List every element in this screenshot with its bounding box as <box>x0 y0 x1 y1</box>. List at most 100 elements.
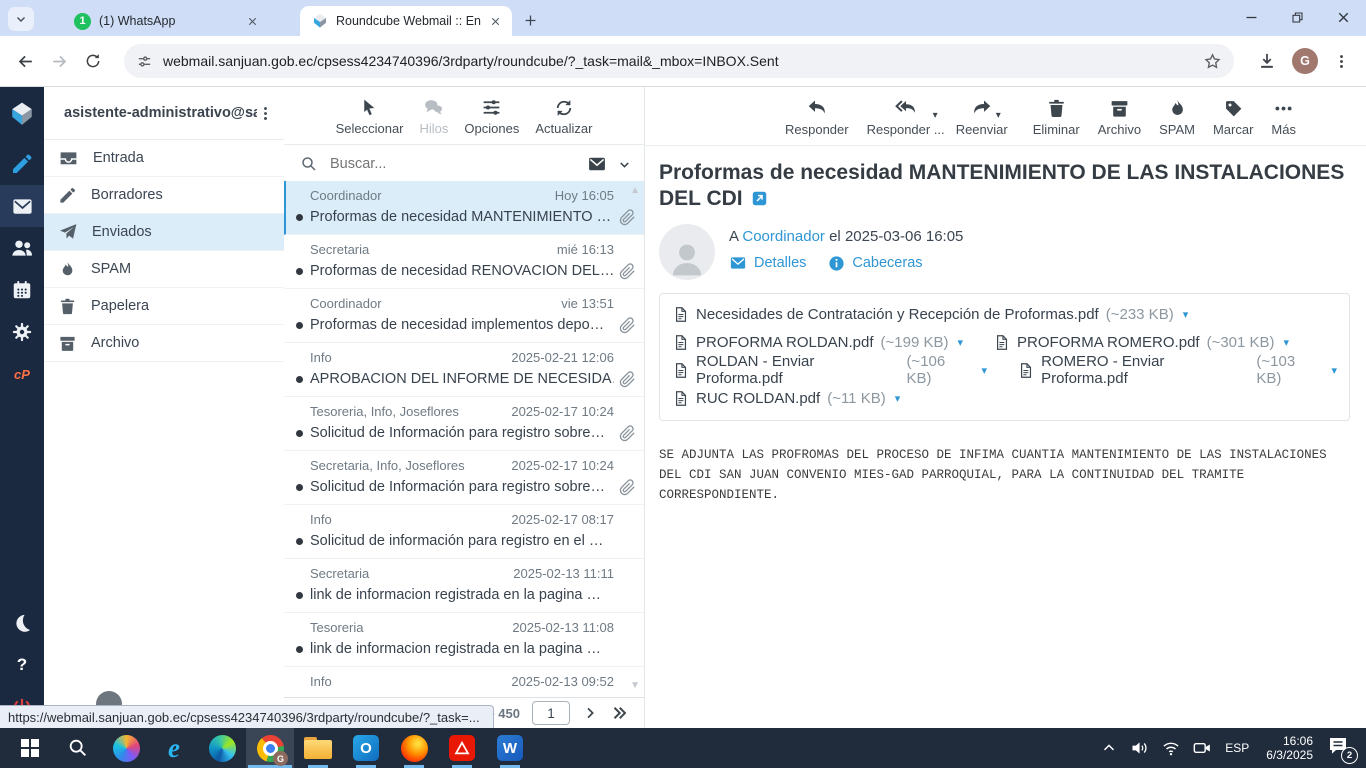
close-tab-icon[interactable] <box>246 15 259 28</box>
dropdown-caret-icon[interactable]: ▾ <box>933 110 938 121</box>
search-input[interactable] <box>328 155 577 173</box>
back-button[interactable] <box>8 44 42 78</box>
message-meta: A Coordinador el 2025-03-06 16:05 Detall… <box>645 212 1366 280</box>
taskbar-search-button[interactable] <box>54 728 102 768</box>
delete-button[interactable]: Eliminar <box>1033 98 1080 137</box>
dark-mode-moon-icon[interactable] <box>0 602 44 644</box>
scrollbar-down-arrow[interactable]: ▼ <box>630 680 640 691</box>
sidebar-item-entrada[interactable]: Entrada <box>44 140 284 177</box>
attachment-item[interactable]: PROFORMA ROLDAN.pdf(~199 KB)▾ <box>672 333 963 352</box>
clock[interactable]: 16:066/3/2025 <box>1266 734 1313 762</box>
taskbar-outlook-button[interactable]: O <box>342 728 390 768</box>
meet-now-icon[interactable] <box>1190 735 1214 761</box>
reply-button[interactable]: Responder <box>785 97 849 137</box>
threads-button[interactable]: Hilos <box>420 97 449 136</box>
attachment-item[interactable]: Necesidades de Contratación y Recepción … <box>672 305 1188 324</box>
site-settings-icon[interactable] <box>136 53 153 70</box>
list-item[interactable]: CoordinadorHoy 16:05 Proformas de necesi… <box>284 181 644 235</box>
outlook-icon: O <box>353 735 379 761</box>
taskbar-chrome-button[interactable]: G <box>246 728 294 768</box>
notifications-button[interactable]: 2 <box>1326 734 1356 762</box>
taskbar-acrobat-button[interactable] <box>438 728 486 768</box>
compose-button[interactable] <box>0 143 44 185</box>
sidebar-item-archivo[interactable]: Archivo <box>44 325 284 362</box>
start-button[interactable] <box>6 728 54 768</box>
calendar-nav-icon[interactable] <box>0 269 44 311</box>
envelope-scope-icon[interactable] <box>587 154 607 174</box>
list-item[interactable]: Secretaria, Info, Joseflores2025-02-17 1… <box>284 451 644 505</box>
speaker-icon[interactable] <box>1128 735 1152 761</box>
last-page-icon[interactable] <box>610 704 628 722</box>
attachment-item[interactable]: PROFORMA ROMERO.pdf(~301 KB)▾ <box>993 333 1289 352</box>
list-item[interactable]: Info2025-02-13 09:52 <box>284 667 644 697</box>
dropdown-caret-icon[interactable]: ▾ <box>996 110 1001 121</box>
bookmark-star-icon[interactable] <box>1203 52 1222 71</box>
attachment-menu-caret-icon[interactable]: ▾ <box>958 336 964 349</box>
details-toggle[interactable]: Detalles <box>729 254 806 272</box>
list-item[interactable]: Tesoreria, Info, Joseflores2025-02-17 10… <box>284 397 644 451</box>
trash-icon <box>58 297 77 316</box>
sidebar-item-papelera[interactable]: Papelera <box>44 288 284 325</box>
list-item[interactable]: Secretariamié 16:13 Proformas de necesid… <box>284 235 644 289</box>
attachment-item[interactable]: ROMERO - Enviar Proforma.pdf(~103 KB)▾ <box>1017 353 1337 387</box>
list-item[interactable]: Tesoreria2025-02-13 11:08 link de inform… <box>284 613 644 667</box>
open-in-new-window-icon[interactable] <box>751 190 768 207</box>
page-input[interactable]: 1 <box>532 701 570 725</box>
list-item[interactable]: Info2025-02-17 08:17 Solicitud de inform… <box>284 505 644 559</box>
tab-whatsapp[interactable]: 1 (1) WhatsApp <box>62 6 269 36</box>
sidebar-item-borradores[interactable]: Borradores <box>44 177 284 214</box>
attachment-menu-caret-icon[interactable]: ▾ <box>1284 336 1290 349</box>
taskbar-ie-button[interactable]: e <box>150 728 198 768</box>
headers-toggle[interactable]: Cabeceras <box>828 254 922 272</box>
more-button[interactable]: Más <box>1271 98 1296 137</box>
close-tab-icon[interactable] <box>489 15 502 28</box>
search-options-chevron-icon[interactable] <box>617 157 632 172</box>
attachment-menu-caret-icon[interactable]: ▾ <box>982 364 988 377</box>
account-menu-button[interactable] <box>257 105 274 122</box>
attachment-item[interactable]: RUC ROLDAN.pdf(~11 KB)▾ <box>672 389 900 408</box>
contacts-nav-icon[interactable] <box>0 227 44 269</box>
url-bar[interactable]: webmail.sanjuan.gob.ec/cpsess4234740396/… <box>124 44 1234 78</box>
taskbar-firefox-button[interactable] <box>390 728 438 768</box>
taskbar-explorer-button[interactable] <box>294 728 342 768</box>
attachment-menu-caret-icon[interactable]: ▾ <box>1183 308 1189 321</box>
list-item[interactable]: Secretaria2025-02-13 11:11 link de infor… <box>284 559 644 613</box>
sidebar-item-spam[interactable]: SPAM <box>44 251 284 288</box>
restore-button[interactable] <box>1274 0 1320 34</box>
spam-button[interactable]: SPAM <box>1159 98 1195 137</box>
archive-button[interactable]: Archivo <box>1098 98 1141 137</box>
cpanel-link[interactable]: cP <box>0 353 44 395</box>
attachment-menu-caret-icon[interactable]: ▾ <box>895 392 901 405</box>
tray-chevron-up-icon[interactable] <box>1097 735 1121 761</box>
forward-button[interactable] <box>42 44 76 78</box>
options-button[interactable]: Opciones <box>464 97 519 136</box>
refresh-button[interactable]: Actualizar <box>535 98 592 136</box>
select-button[interactable]: Seleccionar <box>336 97 404 136</box>
downloads-button[interactable] <box>1250 44 1284 78</box>
taskbar-copilot-button[interactable] <box>102 728 150 768</box>
mark-button[interactable]: Marcar <box>1213 98 1253 137</box>
browser-menu-button[interactable] <box>1324 44 1358 78</box>
scrollbar-up-arrow[interactable]: ▲ <box>630 185 640 196</box>
attachment-menu-caret-icon[interactable]: ▾ <box>1331 364 1337 377</box>
sidebar-item-enviados[interactable]: Enviados <box>44 214 284 251</box>
help-button[interactable]: ? <box>0 644 44 686</box>
taskbar-word-button[interactable]: W <box>486 728 534 768</box>
next-page-icon[interactable] <box>582 705 598 721</box>
settings-gear-icon[interactable] <box>0 311 44 353</box>
list-item[interactable]: Coordinadorvie 13:51 Proformas de necesi… <box>284 289 644 343</box>
close-window-button[interactable] <box>1320 0 1366 34</box>
tab-search-button[interactable] <box>8 7 34 31</box>
language-indicator[interactable]: ESP <box>1225 741 1249 755</box>
recipient-link[interactable]: Coordinador <box>742 228 825 245</box>
new-tab-button[interactable] <box>518 8 542 32</box>
tab-roundcube[interactable]: Roundcube Webmail :: Enviados <box>300 6 512 36</box>
attachment-item[interactable]: ROLDAN - Enviar Proforma.pdf(~106 KB)▾ <box>672 353 987 387</box>
list-item[interactable]: Info2025-02-21 12:06 APROBACION DEL INFO… <box>284 343 644 397</box>
wifi-icon[interactable] <box>1159 735 1183 761</box>
profile-avatar[interactable]: G <box>1292 48 1318 74</box>
reload-button[interactable] <box>76 44 110 78</box>
mail-nav-icon[interactable] <box>0 185 44 227</box>
taskbar-edge-button[interactable] <box>198 728 246 768</box>
minimize-button[interactable] <box>1228 0 1274 34</box>
